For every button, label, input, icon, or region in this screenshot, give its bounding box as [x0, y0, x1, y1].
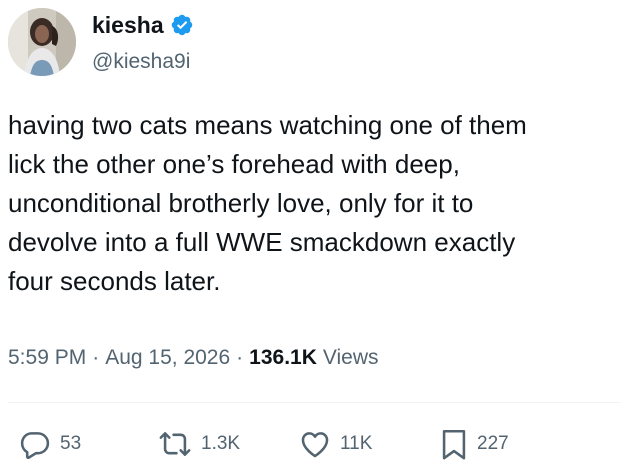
author-handle[interactable]: @kiesha9i	[92, 48, 190, 76]
repost-icon	[157, 427, 193, 461]
tweet-date[interactable]: Aug 15, 2026	[105, 346, 230, 370]
reply-button[interactable]: 53	[18, 424, 81, 464]
like-button[interactable]: 11K	[298, 424, 372, 464]
like-count: 11K	[340, 433, 373, 454]
avatar-photo	[8, 8, 76, 76]
verified-badge-icon	[170, 13, 194, 37]
tweet-text: having two cats means watching one of th…	[8, 110, 527, 296]
bookmark-icon	[439, 427, 469, 461]
reply-icon	[18, 427, 52, 461]
repost-button[interactable]: 1.3K	[157, 424, 240, 464]
meta-separator: ·	[236, 346, 244, 369]
avatar[interactable]	[8, 8, 76, 76]
author-name-row: kiesha	[92, 10, 194, 40]
action-bar: 53 1.3K 11K 227	[0, 420, 628, 470]
tweet-time[interactable]: 5:59 PM	[8, 346, 86, 370]
views-label: Views	[322, 346, 379, 369]
tweet-meta: 5:59 PM · Aug 15, 2026 · 136.1K Views	[8, 340, 379, 376]
views-count: 136.1K	[249, 346, 317, 369]
bookmark-count: 227	[477, 433, 509, 454]
author-display-name[interactable]: kiesha	[92, 10, 164, 40]
bookmark-button[interactable]: 227	[439, 424, 509, 464]
heart-icon	[298, 427, 332, 461]
repost-count: 1.3K	[201, 433, 241, 454]
divider	[8, 402, 620, 403]
reply-count: 53	[60, 433, 82, 454]
meta-separator: ·	[92, 346, 100, 369]
